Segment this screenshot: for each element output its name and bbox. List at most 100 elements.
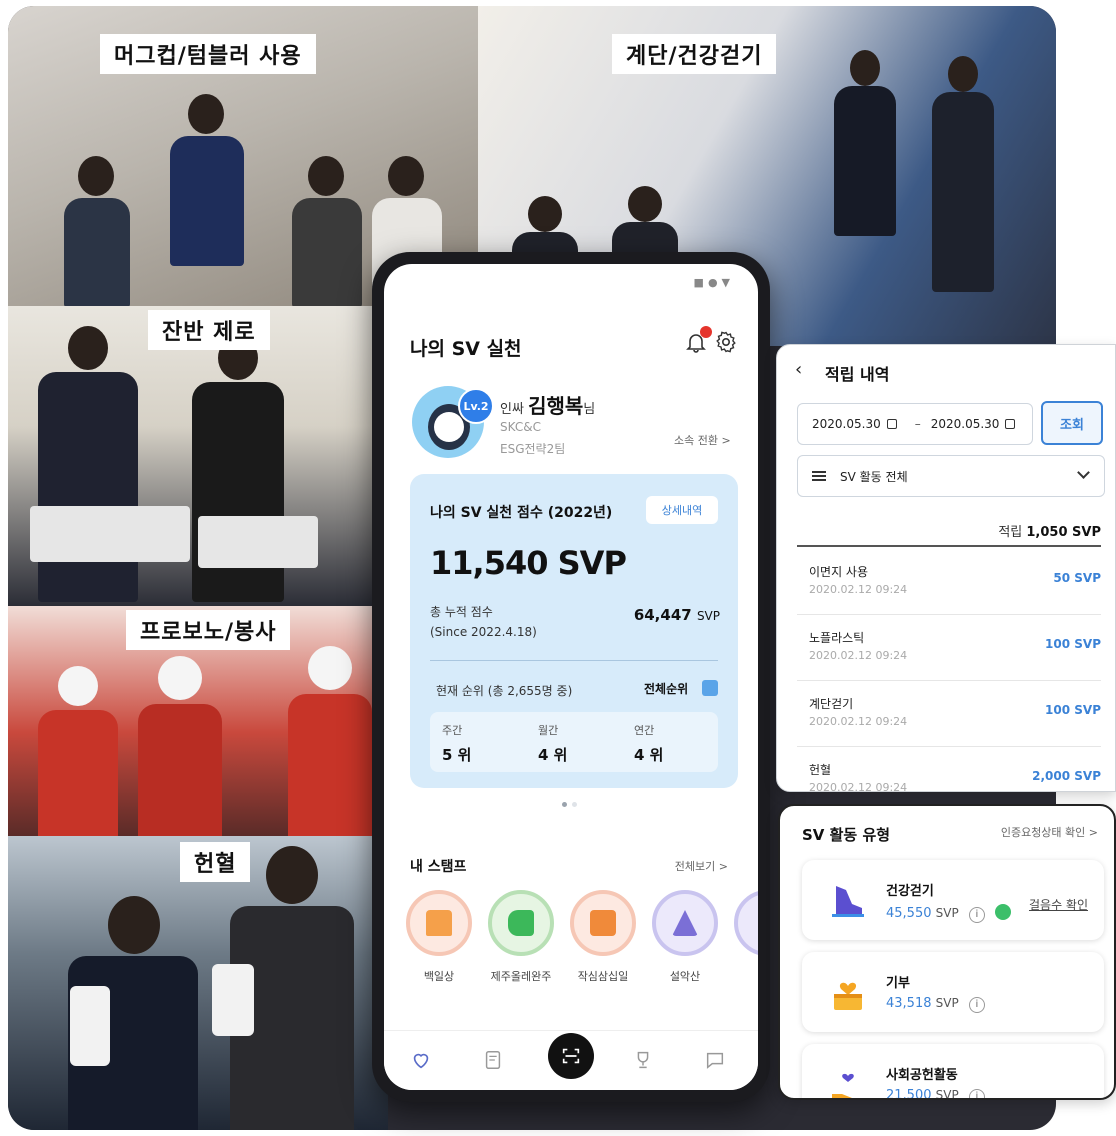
stamps-view-all-link[interactable]: 전체보기 > — [675, 858, 728, 874]
check-steps-link[interactable]: 걸음수 확인 — [1029, 896, 1088, 913]
carousel-indicator — [562, 802, 582, 810]
activity-name: 계단걷기 — [809, 697, 854, 711]
cumulative-since: (Since 2022.4.18) — [430, 625, 537, 639]
search-button[interactable]: 조회 — [1041, 401, 1103, 445]
divider — [797, 545, 1101, 547]
level-badge: Lv.2 — [458, 388, 494, 424]
divider — [430, 660, 718, 661]
activity-type-points: 21,500 SVP i — [886, 1088, 985, 1100]
stamp-label: 백일상 — [423, 970, 455, 983]
rank-weekly: 주간 5 위 — [442, 722, 538, 765]
trophy-icon[interactable] — [632, 1049, 654, 1071]
cumulative-number: 64,447 — [633, 606, 692, 624]
all-rank-link[interactable]: 전체순위 — [644, 680, 688, 697]
activity-date: 2020.02.12 09:24 — [809, 583, 908, 596]
photo-label-probono: 프로보노/봉사 — [126, 610, 291, 650]
history-panel: ‹ 적립 내역 2020.05.30 – 2020.05.30 조회 SV 활동… — [776, 344, 1116, 792]
chevron-down-icon — [1077, 466, 1090, 479]
chevron-right-icon[interactable] — [702, 680, 718, 696]
rank-period: 연간 — [634, 724, 655, 737]
affiliation-switch-link[interactable]: 소속 전환 > — [674, 432, 731, 448]
activity-name: 노플라스틱 — [809, 631, 865, 645]
info-icon[interactable]: i — [968, 997, 985, 1013]
certification-status-link[interactable]: 인증요청상태 확인 > — [1001, 824, 1098, 840]
rank-label: 현재 순위 (총 2,655명 중) — [436, 684, 573, 698]
history-row[interactable]: 노플라스틱 2020.02.12 09:24 100 SVP — [797, 615, 1101, 681]
rank-period: 주간 — [442, 724, 463, 737]
stamp-item[interactable]: 작심삼십일 — [568, 890, 638, 984]
stamp-item[interactable]: 설악산 — [650, 890, 720, 984]
activity-type-card[interactable]: 건강걷기 45,550 SVP i 걸음수 확인 — [802, 860, 1104, 940]
leaf-icon — [994, 904, 1011, 920]
gear-icon[interactable] — [714, 330, 738, 354]
list-icon — [812, 471, 826, 481]
cumulative-label: 총 누적 점수 (Since 2022.4.18) — [430, 602, 537, 642]
total-earned: 적립 1,050 SVP — [998, 521, 1101, 540]
calendar-icon — [886, 419, 897, 429]
page-title: 나의 SV 실천 — [410, 338, 522, 360]
detail-button[interactable]: 상세내역 — [646, 496, 718, 524]
history-row[interactable]: 이면지 사용 2020.02.12 09:24 50 SVP — [797, 549, 1101, 615]
history-row[interactable]: 헌혈 2020.02.12 09:24 2,000 SVP — [797, 747, 1101, 792]
receipt-icon[interactable] — [482, 1049, 504, 1071]
activity-type-points: 45,550 SVP i — [886, 904, 1011, 923]
heart-plus-icon[interactable] — [410, 1049, 432, 1071]
calendar-icon — [1005, 419, 1016, 429]
activity-points: 100 SVP — [1045, 703, 1101, 717]
info-icon[interactable]: i — [968, 907, 985, 923]
status-bar-icons: ■●▼ — [693, 276, 734, 289]
notification-badge — [700, 326, 712, 338]
total-value: 1,050 SVP — [1026, 525, 1101, 540]
activity-types-panel: SV 활동 유형 인증요청상태 확인 > 건강걷기 45,550 SVP i 걸… — [778, 804, 1116, 1100]
rank-value: 4 위 — [538, 746, 568, 764]
activity-points: 2,000 SVP — [1032, 769, 1101, 783]
message-icon[interactable] — [704, 1049, 726, 1071]
stamp-item-partial[interactable] — [732, 890, 758, 956]
date-from: 2020.05.30 — [812, 417, 881, 431]
activity-date: 2020.02.12 09:24 — [809, 649, 908, 662]
activity-date: 2020.02.12 09:24 — [809, 715, 908, 728]
stamps-title: 내 스탬프 — [410, 859, 467, 875]
stamp-item[interactable]: 제주올레완주 — [486, 890, 556, 984]
scan-button[interactable] — [548, 1033, 594, 1079]
sneaker-icon — [508, 910, 534, 936]
date-to: 2020.05.30 — [930, 417, 1000, 431]
types-title: SV 활동 유형 — [802, 826, 891, 844]
photo-label-blood: 헌혈 — [180, 842, 251, 882]
stamp-label: 작심삼십일 — [577, 970, 629, 983]
activity-type-points: 43,518 SVP i — [886, 996, 985, 1013]
activity-filter-select[interactable]: SV 활동 전체 — [797, 455, 1105, 497]
photo-label-stairs: 계단/건강걷기 — [612, 34, 777, 74]
name-suffix: 님 — [583, 402, 596, 417]
heart-hand-icon — [832, 1073, 864, 1098]
activity-type-card[interactable]: 사회공헌활동 21,500 SVP i — [802, 1044, 1104, 1100]
rank-monthly: 월간 4 위 — [538, 722, 634, 765]
cake-icon — [426, 910, 452, 936]
rank-value: 4 위 — [634, 746, 664, 764]
rank-value: 5 위 — [442, 746, 472, 764]
photo-label-mug: 머그컵/텀블러 사용 — [100, 34, 316, 74]
filter-value: SV 활동 전체 — [840, 469, 908, 484]
rank-box: 주간 5 위 월간 4 위 연간 4 위 — [430, 712, 718, 772]
activity-type-card[interactable]: 기부 43,518 SVP i — [802, 952, 1104, 1032]
points-unit: SVP — [935, 996, 959, 1010]
activity-date: 2020.02.12 09:24 — [809, 781, 908, 792]
cumulative-title: 총 누적 점수 — [430, 605, 493, 619]
points-unit: SVP — [935, 1088, 959, 1100]
user-name: 김행복 — [528, 394, 584, 418]
photo-zero-waste: 잔반 제로 — [8, 306, 388, 606]
sneaker-icon — [832, 886, 864, 917]
annual-score: 11,540 SVP — [430, 544, 627, 582]
photo-blood-donation: 헌혈 — [8, 836, 388, 1130]
scan-icon — [562, 1048, 580, 1064]
total-label: 적립 — [998, 525, 1023, 540]
score-card: 나의 SV 실천 점수 (2022년) 상세내역 11,540 SVP 총 누적… — [410, 474, 738, 788]
history-row[interactable]: 계단걷기 2020.02.12 09:24 100 SVP — [797, 681, 1101, 747]
date-range-field[interactable]: 2020.05.30 – 2020.05.30 — [797, 403, 1033, 445]
cumulative-value: 64,447 SVP — [634, 606, 720, 624]
back-chevron-icon[interactable]: ‹ — [795, 359, 802, 380]
cumulative-unit: SVP — [696, 609, 720, 623]
phone-mockup: ■●▼ 나의 SV 실천 Lv.2 인싸 김행복님 SKC&C ESG전략2팀 … — [372, 252, 770, 1102]
info-icon[interactable]: i — [968, 1089, 985, 1098]
stamp-item[interactable]: 백일상 — [404, 890, 474, 984]
